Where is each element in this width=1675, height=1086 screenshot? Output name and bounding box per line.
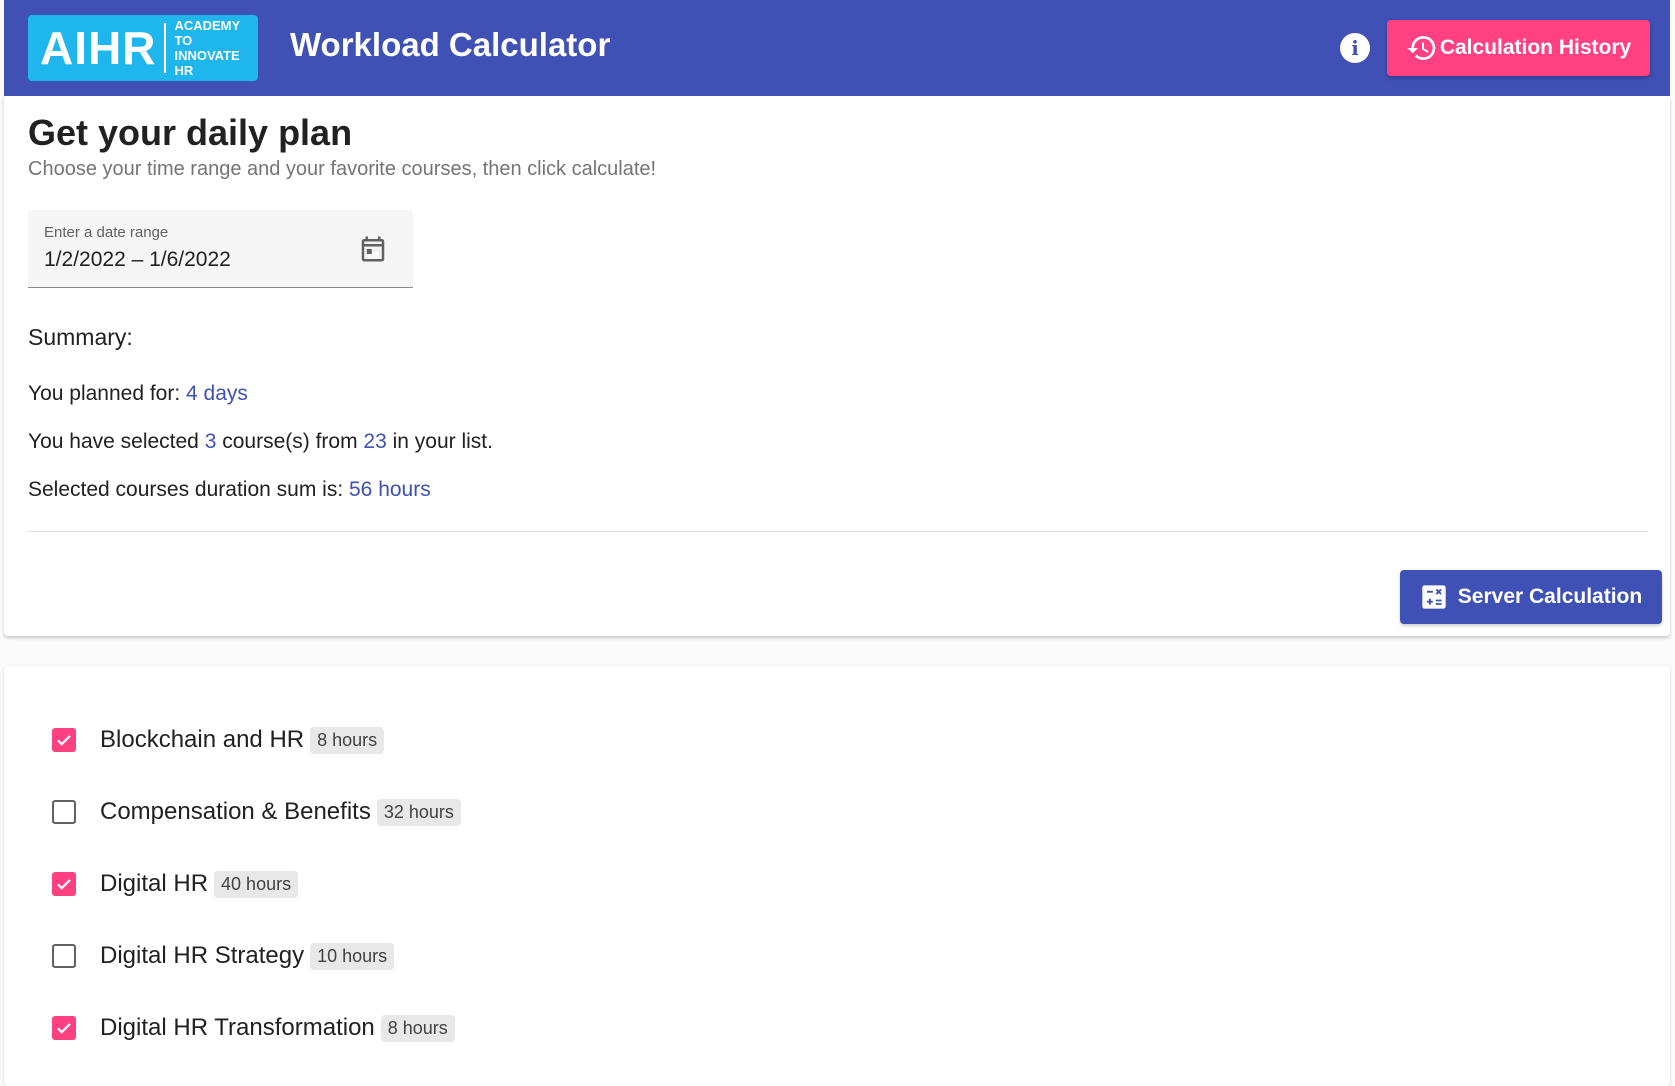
selected-suffix: in your list. [386, 430, 493, 453]
calculation-history-button[interactable]: Calculation History [1387, 20, 1650, 76]
date-range-label: Enter a date range [44, 224, 169, 241]
date-range-field[interactable]: Enter a date range 1/2/2022 – 1/6/2022 [28, 210, 413, 288]
duration-value: 56 hours [349, 478, 431, 501]
calculator-icon [1422, 585, 1446, 609]
course-item[interactable]: Compensation & Benefits 32 hours [52, 792, 461, 832]
duration-prefix: Selected courses duration sum is: [28, 478, 349, 501]
course-item[interactable]: Digital HR 40 hours [52, 864, 299, 904]
calculation-history-label: Calculation History [1439, 36, 1632, 59]
daily-plan-card: Get your daily plan Choose your time ran… [4, 96, 1670, 636]
logo-wordmark: AIHR [28, 23, 167, 73]
summary-selected-courses: You have selected 3 course(s) from 23 in… [28, 430, 493, 454]
history-icon [1407, 36, 1436, 61]
total-count: 23 [363, 430, 387, 453]
divider [28, 531, 1648, 532]
course-hours-chip: 32 hours [376, 798, 461, 826]
course-list-card: Blockchain and HR 8 hours Compensation &… [4, 666, 1670, 1086]
page-subtitle: Choose your time range and your favorite… [28, 158, 657, 180]
app-title: Workload Calculator [290, 26, 611, 63]
summary-planned-days: You planned for: 4 days [28, 382, 248, 406]
info-icon[interactable]: i [1340, 33, 1370, 63]
course-name: Compensation & Benefits [100, 798, 371, 825]
course-hours-chip: 8 hours [380, 1014, 455, 1042]
page-title: Get your daily plan [28, 112, 353, 153]
checkbox-unchecked[interactable] [52, 800, 76, 824]
aihr-logo: AIHR Academy to Innovate HR [28, 15, 258, 81]
course-hours-chip: 40 hours [214, 870, 299, 898]
course-name: Digital HR Transformation [100, 1014, 375, 1041]
summary-heading: Summary: [28, 324, 133, 350]
selected-prefix: You have selected [28, 430, 205, 453]
course-item[interactable]: Digital HR Transformation 8 hours [52, 1008, 455, 1048]
course-name: Digital HR Strategy [100, 942, 305, 969]
logo-tagline-line2: Innovate HR [174, 48, 240, 78]
server-calculation-label: Server Calculation [1457, 585, 1643, 608]
course-hours-chip: 10 hours [310, 942, 395, 970]
checkbox-checked[interactable] [52, 1016, 76, 1040]
checkbox-checked[interactable] [52, 872, 76, 896]
selected-count: 3 [204, 430, 217, 453]
summary-duration-sum: Selected courses duration sum is: 56 hou… [28, 478, 431, 502]
logo-tagline-line1: Academy to [174, 18, 240, 48]
selected-mid: course(s) from [216, 430, 364, 453]
planned-days-value: 4 days [186, 382, 248, 405]
course-name: Digital HR [100, 870, 209, 897]
course-item[interactable]: Blockchain and HR 8 hours [52, 720, 385, 760]
logo-tagline: Academy to Innovate HR [166, 18, 258, 78]
checkbox-unchecked[interactable] [52, 944, 76, 968]
course-name: Blockchain and HR [100, 726, 305, 753]
checkbox-checked[interactable] [52, 728, 76, 752]
planned-prefix: You planned for: [28, 382, 187, 405]
date-range-value[interactable]: 1/2/2022 – 1/6/2022 [44, 248, 231, 272]
app-toolbar: AIHR Academy to Innovate HR Workload Cal… [4, 0, 1670, 96]
server-calculation-button[interactable]: Server Calculation [1400, 570, 1662, 624]
course-item[interactable]: Digital HR Strategy 10 hours [52, 936, 395, 976]
calendar-icon[interactable] [358, 234, 388, 269]
course-hours-chip: 8 hours [310, 726, 385, 754]
